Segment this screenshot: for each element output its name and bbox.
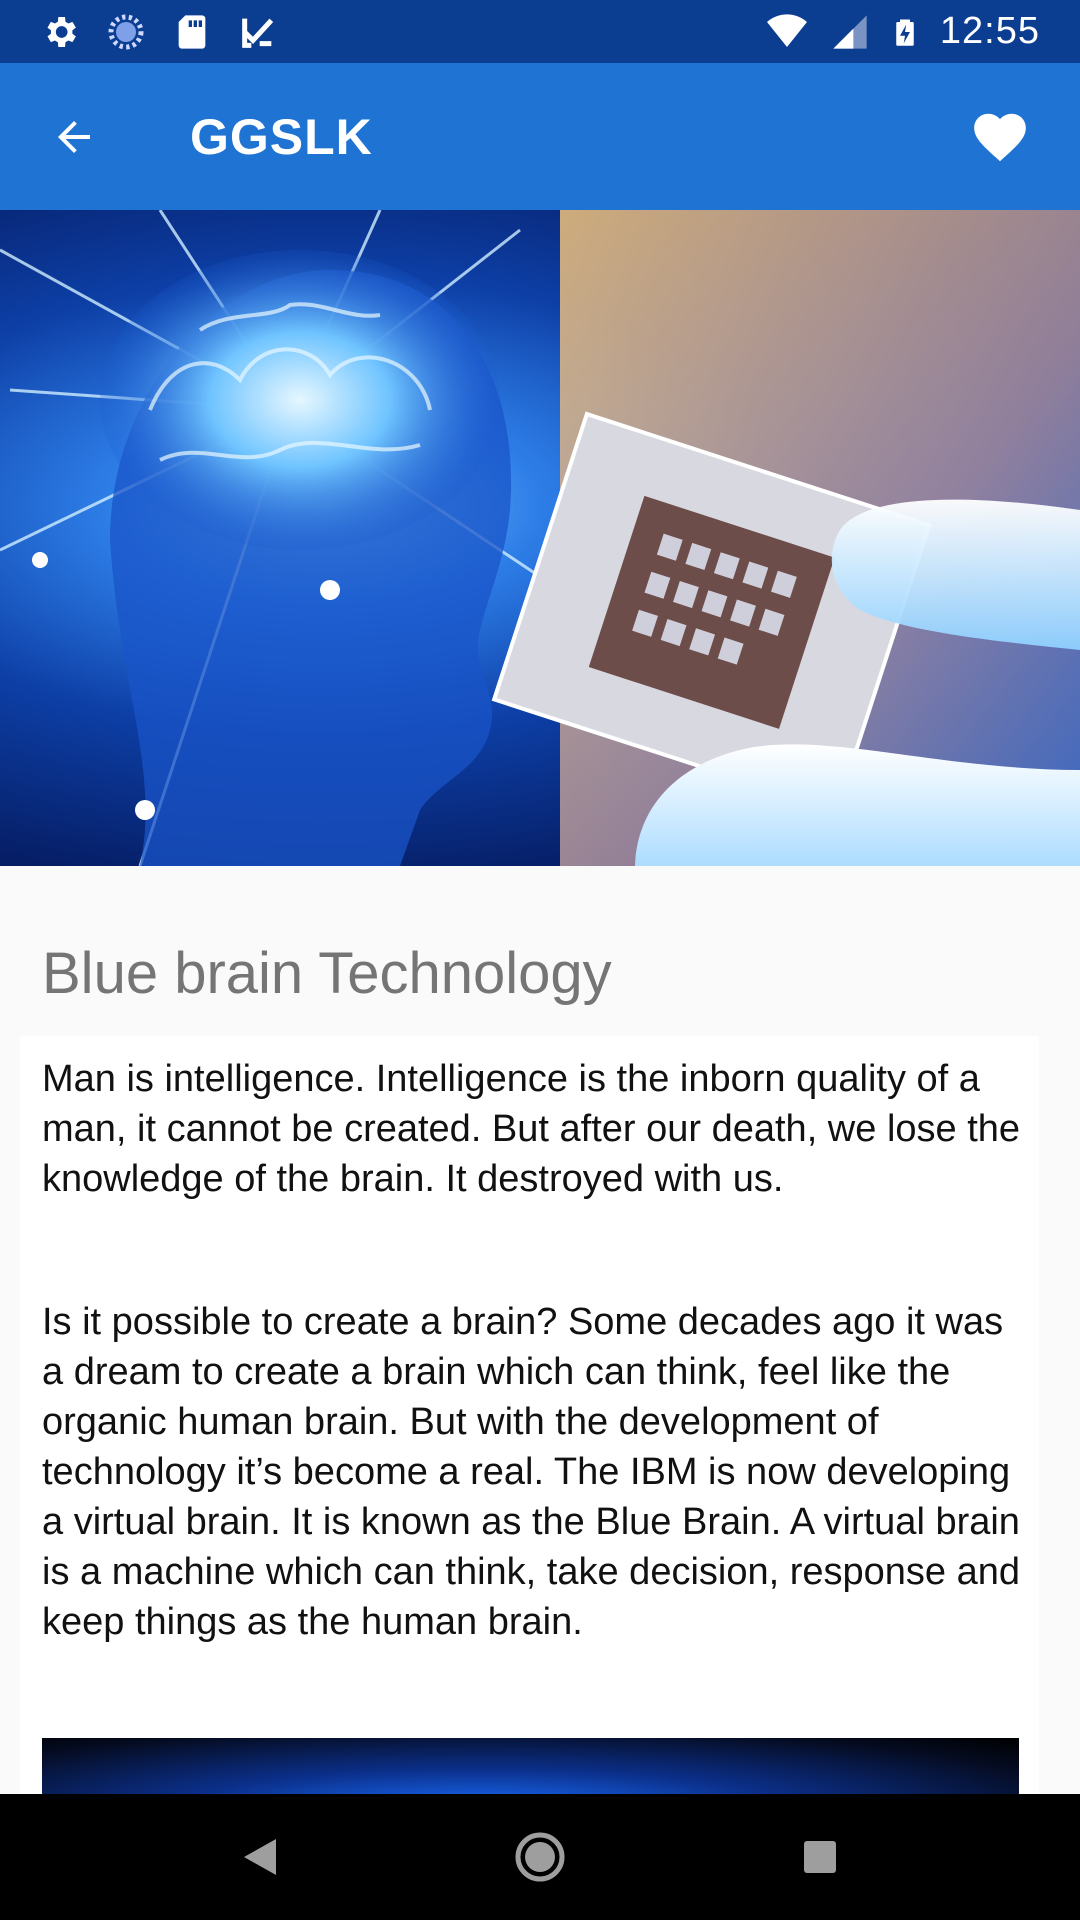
navigation-bar xyxy=(0,1794,1080,1920)
article-paragraph: Man is intelligence. Intelligence is the… xyxy=(42,1058,1021,1200)
status-time: 12:55 xyxy=(939,10,1040,52)
nav-home-button[interactable] xyxy=(490,1807,590,1907)
back-triangle-icon xyxy=(244,1839,276,1875)
battery-charging-icon xyxy=(896,19,914,46)
recents-square-icon xyxy=(804,1841,836,1873)
home-circle-icon xyxy=(515,1832,565,1882)
article-paragraph: Is it possible to create a brain? Some d… xyxy=(42,1301,1020,1643)
checklist-icon xyxy=(242,18,274,48)
settings-icon xyxy=(47,16,76,47)
app-title: GGSLK xyxy=(190,108,373,165)
brain-chip-illustration xyxy=(0,210,1080,866)
sync-icon xyxy=(108,14,144,49)
favorite-button[interactable] xyxy=(940,63,1060,210)
nav-back-button[interactable] xyxy=(210,1807,310,1907)
status-right-icons: 12:55 xyxy=(764,10,1040,54)
status-bar: 12:55 xyxy=(0,0,1080,63)
wifi-icon xyxy=(766,13,807,47)
article-title: Blue brain Technology xyxy=(42,941,612,1006)
sd-card-icon xyxy=(178,14,206,49)
app-bar: GGSLK xyxy=(0,63,1080,210)
cellular-signal-icon xyxy=(833,14,867,49)
nav-recents-button[interactable] xyxy=(770,1807,870,1907)
heart-icon xyxy=(974,113,1026,161)
arrow-back-icon xyxy=(58,120,90,153)
hero-image xyxy=(0,210,1080,866)
article-inline-image xyxy=(42,1738,1019,1798)
back-button[interactable] xyxy=(0,63,148,210)
status-left-icons xyxy=(40,12,278,52)
